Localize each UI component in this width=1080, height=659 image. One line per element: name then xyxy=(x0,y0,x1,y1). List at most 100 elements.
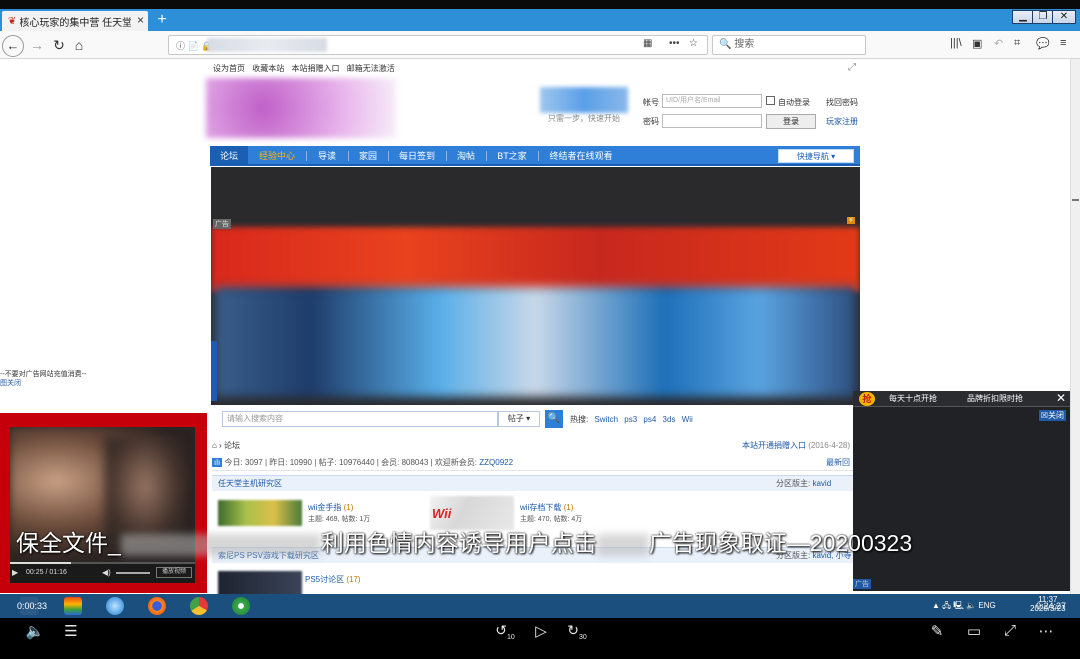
forward-30-icon[interactable]: ↻30 xyxy=(564,622,590,641)
ad-close-button[interactable]: ☒关闭 xyxy=(1038,410,1066,421)
sidebar-icon[interactable]: ▣ xyxy=(972,37,982,50)
fullscreen-icon[interactable]: ⤢ xyxy=(997,622,1023,639)
ad-tab[interactable]: 每天十点开抢 xyxy=(889,393,937,404)
forum-link[interactable]: wii存档下载 (1) xyxy=(520,502,573,513)
newest-member-link[interactable]: ZZQ0922 xyxy=(479,458,513,467)
nav-item-exp[interactable]: 经验中心 xyxy=(250,146,304,166)
chrome-icon[interactable] xyxy=(190,597,208,615)
volume-slider[interactable] xyxy=(116,572,150,574)
forward-button[interactable]: → xyxy=(26,35,48,57)
main-nav: 论坛 经验中心 导读 家园 每日签到 淘帖 BT之家 终结者在线观看 快捷导航 … xyxy=(210,146,860,166)
nav-item-home[interactable]: 家园 xyxy=(350,146,386,166)
volume-icon[interactable]: ◀) xyxy=(102,568,111,577)
top-link[interactable]: 邮箱无法激活 xyxy=(347,64,395,73)
ad-banner-redacted[interactable]: 广告 ¥ xyxy=(211,167,860,405)
ad-fold xyxy=(211,341,217,401)
more-icon[interactable]: ⋯ xyxy=(1033,622,1059,640)
play-icon[interactable]: ▶ xyxy=(12,568,18,577)
volume-icon[interactable]: 🔈 xyxy=(22,622,48,640)
forum-thumbnail[interactable] xyxy=(218,571,302,594)
login-button[interactable]: 登录 xyxy=(766,114,816,129)
hot-word[interactable]: Switch xyxy=(594,415,618,424)
page-actions-icon[interactable]: ••• xyxy=(669,38,680,49)
tab-close-icon[interactable]: × xyxy=(137,13,144,27)
close-icon[interactable]: ✕ xyxy=(1056,391,1066,405)
search-type-select[interactable]: 帖子 ▾ xyxy=(498,411,540,427)
account-input[interactable]: UID/用户名/Email xyxy=(662,94,762,108)
firefox-icon[interactable] xyxy=(148,597,166,615)
hot-word[interactable]: 3ds xyxy=(663,415,676,424)
latest-replies-link[interactable]: 最新回 xyxy=(826,457,850,468)
page-scrollbar[interactable] xyxy=(1070,59,1080,594)
register-link[interactable]: 玩家注册 xyxy=(826,116,858,127)
nav-item-checkin[interactable]: 每日签到 xyxy=(390,146,444,166)
auto-login-checkbox[interactable] xyxy=(766,96,775,105)
play-video-button[interactable]: 播放视频 xyxy=(156,567,192,578)
new-tab-button[interactable]: + xyxy=(152,10,172,30)
notice-link[interactable]: 本站开通捐赠入口 (2016-4-28) xyxy=(742,440,850,451)
top-link[interactable]: 收藏本站 xyxy=(252,64,284,73)
overlay-progress[interactable] xyxy=(10,562,195,564)
ie-icon[interactable] xyxy=(106,597,124,615)
forum-link[interactable]: wii金手指 (1) xyxy=(308,502,353,513)
top-link[interactable]: 设为首页 xyxy=(213,64,245,73)
notice-date: (2016-4-28) xyxy=(808,441,851,450)
nav-item-bt[interactable]: BT之家 xyxy=(488,146,536,166)
bookmark-star-icon[interactable]: ☆ xyxy=(689,38,698,49)
ad-label: 广告 xyxy=(853,579,871,589)
top-link[interactable]: 本站捐赠入口 xyxy=(291,64,339,73)
find-password-link[interactable]: 找回密码 xyxy=(826,97,858,108)
back-button[interactable]: ← xyxy=(2,35,24,57)
ad-badge: ¥ xyxy=(847,217,855,224)
forum-thumbnail[interactable] xyxy=(218,500,302,526)
miniplayer-icon[interactable]: ▭ xyxy=(961,622,987,640)
breadcrumb[interactable]: ⌂ › 论坛 xyxy=(212,440,240,451)
nav-item-guide[interactable]: 导读 xyxy=(308,146,346,166)
edge-green-icon[interactable] xyxy=(232,597,250,615)
hot-word[interactable]: ps4 xyxy=(643,415,656,424)
app-stack-icon[interactable] xyxy=(64,597,82,615)
hot-word[interactable]: Wii xyxy=(682,415,693,424)
minimize-button[interactable]: ▁ xyxy=(1012,10,1034,24)
crop-icon[interactable]: ⌗ xyxy=(1014,37,1020,50)
nav-item-taotie[interactable]: 淘帖 xyxy=(448,146,484,166)
ad-tab[interactable]: 品牌折扣限时抢 xyxy=(967,393,1023,404)
password-input[interactable] xyxy=(662,114,762,128)
close-window-button[interactable]: ✕ xyxy=(1052,10,1076,24)
search-box[interactable]: 🔍 搜索 xyxy=(712,35,866,55)
url-bar[interactable]: ⓘ 📄 🔒 ▦ ••• ☆ xyxy=(168,35,708,55)
library-icon[interactable]: |||\ xyxy=(950,37,962,49)
search-button[interactable]: 🔍 xyxy=(545,410,563,428)
browser-tab[interactable]: ❦ 核心玩家的集中营 任天堂微软 × xyxy=(2,11,148,31)
section-header[interactable]: 任天堂主机研究区 分区版主: kavid xyxy=(212,475,858,491)
left-ad-close-link[interactable]: 图关闭 xyxy=(0,380,21,387)
nav-item-forum[interactable]: 论坛 xyxy=(210,146,248,166)
hot-word[interactable]: ps3 xyxy=(624,415,637,424)
expand-icon[interactable]: ⤢ xyxy=(848,62,856,73)
quick-nav-dropdown[interactable]: 快捷导航 ▾ xyxy=(778,149,854,163)
floating-ad-right[interactable]: 抢 每天十点开抢 品牌折扣限时抢 ✕ ☒关闭 广告 xyxy=(853,391,1070,591)
promo-banner-redacted[interactable] xyxy=(540,87,628,113)
system-tray[interactable]: ▲ 🖧 🖳 🔈 ENG xyxy=(932,600,996,614)
forum-link[interactable]: PS5讨论区 (17) xyxy=(305,574,361,585)
pen-icon[interactable]: ✎ xyxy=(924,622,950,640)
section-title[interactable]: 任天堂主机研究区 xyxy=(218,479,282,488)
home-button[interactable]: ⌂ xyxy=(68,35,90,57)
stat-label: 欢迎新会员: xyxy=(434,458,478,467)
scroll-thumb[interactable] xyxy=(1072,199,1079,201)
overlay-video[interactable]: ▶ 00:25 / 01:16 ◀) 播放视频 xyxy=(0,413,207,593)
subtitles-icon[interactable]: ☰ xyxy=(58,622,84,640)
forum-search-input[interactable]: 请输入搜索内容 xyxy=(222,411,498,427)
restore-button[interactable]: ❐ xyxy=(1032,10,1054,24)
menu-icon[interactable]: ≡ xyxy=(1060,37,1066,49)
mod-name[interactable]: kavid xyxy=(812,479,831,488)
rewind-10-icon[interactable]: ↺10 xyxy=(492,622,518,641)
undo-icon[interactable]: ↶ xyxy=(994,37,1003,50)
play-icon[interactable]: ▷ xyxy=(528,622,554,640)
reload-button[interactable]: ↻ xyxy=(48,35,70,57)
qr-code-icon[interactable]: ▦ xyxy=(643,38,652,49)
hot-label: 热搜: xyxy=(570,415,589,424)
nav-item-watch[interactable]: 终结者在线观看 xyxy=(540,146,622,166)
wii-logo-icon: Wii xyxy=(432,506,452,521)
chat-icon[interactable]: 💬 xyxy=(1036,37,1050,50)
